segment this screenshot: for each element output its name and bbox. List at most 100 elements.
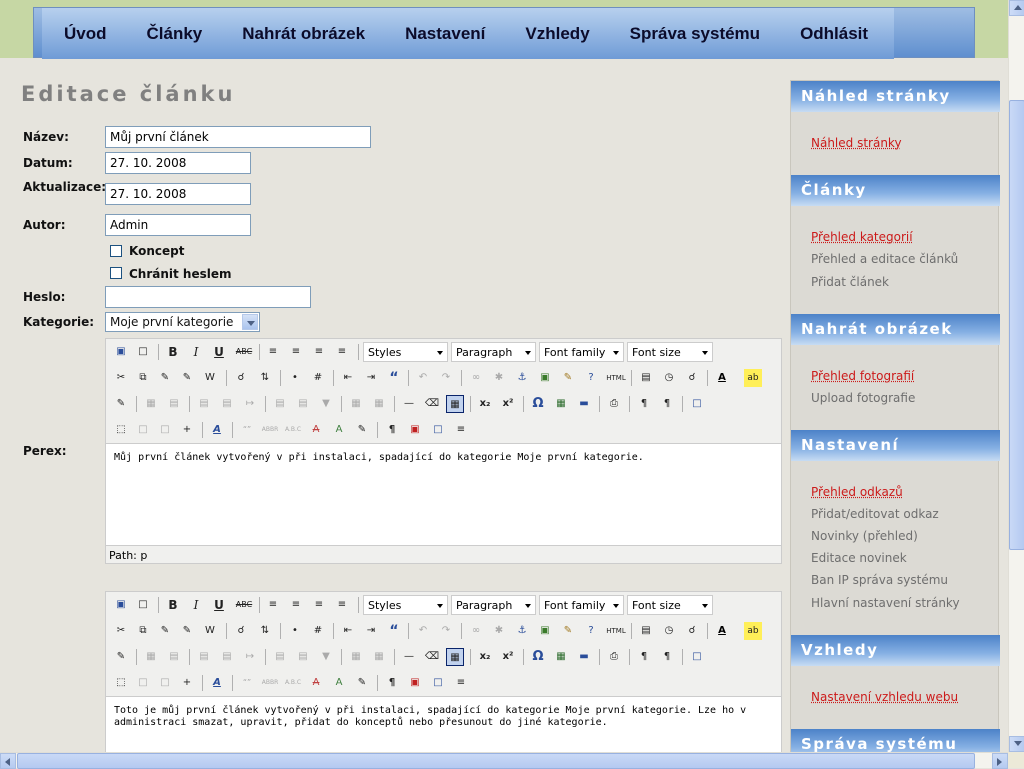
sidebar-link-news-overview[interactable]: Novinky (přehled) (811, 529, 918, 543)
password-protect-checkbox[interactable] (110, 267, 122, 279)
split-cells-icon[interactable]: ▦ (347, 395, 365, 413)
edit-css-icon[interactable]: ✎ (112, 395, 130, 413)
align-justify-icon[interactable]: ≡ (333, 343, 351, 361)
scroll-left-button[interactable] (0, 753, 16, 769)
media-icon[interactable]: ▦ (552, 395, 570, 413)
password-input[interactable] (105, 286, 311, 308)
special-char-icon[interactable]: Ω (529, 648, 547, 666)
copy-icon[interactable]: ⧉ (134, 369, 152, 387)
find-icon[interactable]: ☌ (232, 622, 250, 640)
underline-icon[interactable]: U (210, 596, 228, 614)
nonbreaking-icon[interactable]: ▣ (406, 421, 424, 439)
paragraph-dropdown[interactable]: Paragraph (451, 595, 536, 615)
insert-layer-icon[interactable]: ⬚ (112, 674, 130, 692)
sidebar-link-categories[interactable]: Přehled kategorií (811, 230, 913, 244)
author-input[interactable]: Admin (105, 214, 251, 236)
col-before-icon[interactable]: ▤ (271, 395, 289, 413)
remove-format-icon[interactable]: ⌫ (423, 648, 441, 666)
move-forward-icon[interactable]: □ (134, 674, 152, 692)
special-char-icon[interactable]: Ω (529, 395, 547, 413)
copy-icon[interactable]: ⧉ (134, 622, 152, 640)
numbered-list-icon[interactable]: # (309, 622, 327, 640)
sidebar-link-upload-photo[interactable]: Upload fotografie (811, 391, 915, 405)
bold-icon[interactable]: B (164, 596, 182, 614)
nav-item-home[interactable]: Úvod (42, 24, 127, 44)
merge-cells-icon[interactable]: ▦ (370, 395, 388, 413)
sidebar-link-articles-overview[interactable]: Přehled a editace článků (811, 252, 958, 266)
bullet-list-icon[interactable]: • (286, 369, 304, 387)
horizontal-rule-icon[interactable]: — (400, 395, 418, 413)
rtl-icon[interactable]: ¶ (658, 395, 676, 413)
ltr-icon[interactable]: ¶ (635, 395, 653, 413)
delete-row-icon[interactable]: ↦ (241, 395, 259, 413)
new-document-icon[interactable]: □ (134, 596, 152, 614)
indent-icon[interactable]: ⇥ (362, 622, 380, 640)
chevron-down-icon[interactable] (242, 314, 258, 330)
paste-text-icon[interactable]: ✎ (178, 369, 196, 387)
strikethrough-icon[interactable]: ABC (233, 343, 255, 361)
style-props-icon[interactable]: A (208, 421, 226, 439)
show-blocks-icon[interactable]: ¶ (383, 421, 401, 439)
nonbreaking-icon[interactable]: ▣ (406, 674, 424, 692)
name-input[interactable]: Můj první článek (105, 126, 371, 148)
draft-checkbox[interactable] (110, 245, 122, 257)
col-before-icon[interactable]: ▤ (271, 648, 289, 666)
align-right-icon[interactable]: ≡ (310, 343, 328, 361)
delete-col-icon[interactable]: ▼ (317, 395, 335, 413)
merge-cells-icon[interactable]: ▦ (370, 648, 388, 666)
numbered-list-icon[interactable]: # (309, 369, 327, 387)
table-icon[interactable]: ▦ (142, 395, 160, 413)
nav-item-logout[interactable]: Odhlásit (780, 24, 888, 44)
italic-icon[interactable]: I (187, 596, 205, 614)
cut-icon[interactable]: ✂ (112, 622, 130, 640)
insert-time-icon[interactable]: ◷ (660, 369, 678, 387)
strikethrough-icon[interactable]: ABC (233, 596, 255, 614)
indent-icon[interactable]: ⇥ (362, 369, 380, 387)
scroll-right-button[interactable] (992, 753, 1008, 769)
update-date-input[interactable]: 27. 10. 2008 (105, 183, 251, 205)
bold-icon[interactable]: B (164, 343, 182, 361)
underline-icon[interactable]: U (210, 343, 228, 361)
show-blocks-icon[interactable]: ¶ (383, 674, 401, 692)
split-cells-icon[interactable]: ▦ (347, 648, 365, 666)
align-justify-icon[interactable]: ≡ (333, 596, 351, 614)
category-select[interactable]: Moje první kategorie (105, 312, 260, 332)
sidebar-link-edit-link[interactable]: Přidat/editovat odkaz (811, 507, 939, 521)
cut-icon[interactable]: ✂ (112, 369, 130, 387)
link-icon[interactable]: ∞ (467, 622, 485, 640)
move-backward-icon[interactable]: □ (156, 421, 174, 439)
outdent-icon[interactable]: ⇤ (339, 622, 357, 640)
attributes-icon[interactable]: ✎ (353, 421, 371, 439)
nav-item-settings[interactable]: Nastavení (385, 24, 505, 44)
sidebar-link-add-article[interactable]: Přidat článek (811, 275, 889, 289)
align-center-icon[interactable]: ≡ (287, 596, 305, 614)
superscript-icon[interactable]: x² (499, 395, 517, 413)
redo-icon[interactable]: ↷ (437, 622, 455, 640)
insert-time-icon[interactable]: ◷ (660, 622, 678, 640)
horizontal-rule-icon[interactable]: — (400, 648, 418, 666)
anchor-icon[interactable]: ⚓ (513, 622, 531, 640)
outdent-icon[interactable]: ⇤ (339, 369, 357, 387)
visual-aid-icon[interactable]: ▦ (446, 395, 464, 413)
visual-aid-icon[interactable]: ▦ (446, 648, 464, 666)
italic-icon[interactable]: I (187, 343, 205, 361)
row-before-icon[interactable]: ▤ (195, 395, 213, 413)
insert-text-icon[interactable]: A (330, 421, 348, 439)
acronym-icon[interactable]: A.B.C (284, 421, 302, 439)
rtl-icon[interactable]: ¶ (658, 648, 676, 666)
align-center-icon[interactable]: ≡ (287, 343, 305, 361)
page-break-icon[interactable]: ≡ (452, 674, 470, 692)
anchor-icon[interactable]: ⚓ (513, 369, 531, 387)
col-after-icon[interactable]: ▤ (294, 395, 312, 413)
font-family-dropdown[interactable]: Font family (539, 342, 624, 362)
cite-icon[interactable]: “” (238, 421, 256, 439)
font-size-dropdown[interactable]: Font size (627, 595, 713, 615)
align-right-icon[interactable]: ≡ (310, 596, 328, 614)
sidebar-link-photos-overview[interactable]: Přehled fotografií (811, 369, 914, 383)
nav-item-system-admin[interactable]: Správa systému (610, 24, 780, 44)
unlink-icon[interactable]: ✱ (490, 369, 508, 387)
undo-icon[interactable]: ↶ (414, 622, 432, 640)
align-left-icon[interactable]: ≡ (264, 596, 282, 614)
advanced-hr-icon[interactable]: ▬ (575, 395, 593, 413)
align-left-icon[interactable]: ≡ (264, 343, 282, 361)
